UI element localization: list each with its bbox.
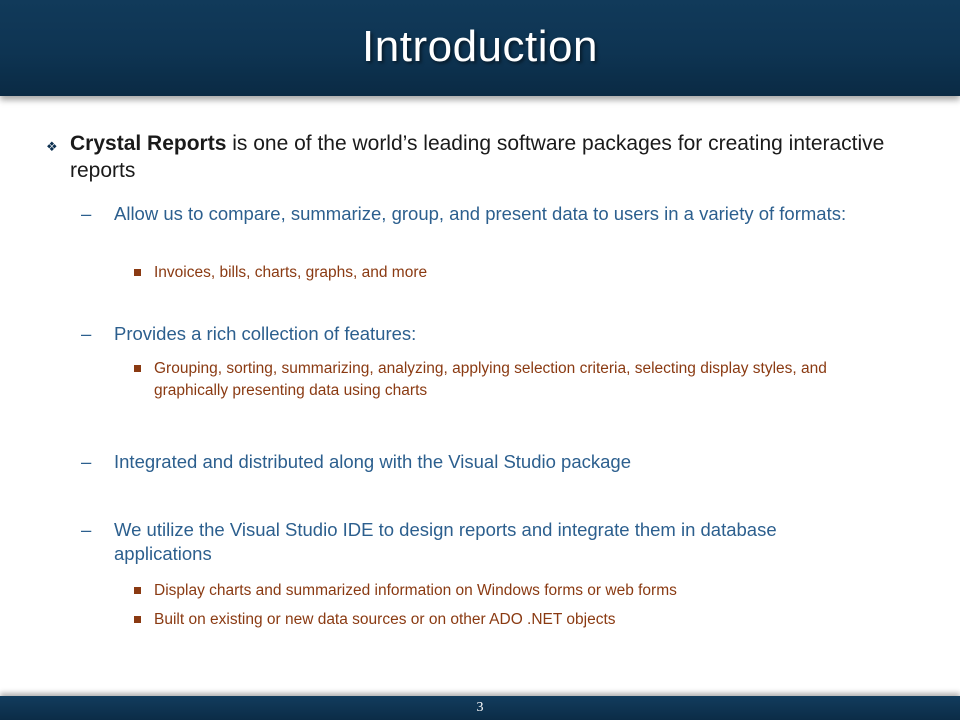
dash-icon: – bbox=[81, 451, 92, 472]
footer-bar: 3 bbox=[0, 696, 960, 720]
dash-icon: – bbox=[81, 323, 92, 344]
main-bullet: ❖ Crystal Reports is one of the world’s … bbox=[46, 130, 890, 184]
sub-bullet-formats-text: Allow us to compare, summarize, group, a… bbox=[114, 203, 847, 224]
sub-sub-bullet-invoices: Invoices, bills, charts, graphs, and mor… bbox=[134, 262, 884, 284]
sub-sub-bullet-text: Display charts and summarized informatio… bbox=[154, 582, 677, 599]
dash-icon: – bbox=[81, 203, 92, 224]
product-name: Crystal Reports bbox=[70, 132, 227, 155]
sub-sub-bullet-display-charts: Display charts and summarized informatio… bbox=[134, 580, 884, 602]
dash-icon: – bbox=[81, 519, 92, 540]
sub-bullet-ide: – We utilize the Visual Studio IDE to de… bbox=[81, 518, 874, 566]
square-bullet-icon bbox=[134, 587, 141, 594]
sub-bullet-ide-text: We utilize the Visual Studio IDE to desi… bbox=[114, 519, 777, 564]
title-bar: Introduction bbox=[0, 0, 960, 96]
sub-bullet-features: – Provides a rich collection of features… bbox=[81, 322, 874, 346]
sub-bullet-integrated: – Integrated and distributed along with … bbox=[81, 450, 874, 474]
sub-bullet-formats: – Allow us to compare, summarize, group,… bbox=[81, 202, 874, 226]
sub-sub-bullet-grouping: Grouping, sorting, summarizing, analyzin… bbox=[134, 358, 884, 402]
sub-sub-bullet-text: Grouping, sorting, summarizing, analyzin… bbox=[154, 360, 827, 399]
square-bullet-icon bbox=[134, 269, 141, 276]
diamond-bullet-icon: ❖ bbox=[46, 139, 58, 154]
page-number: 3 bbox=[476, 700, 484, 715]
sub-sub-bullet-text: Invoices, bills, charts, graphs, and mor… bbox=[154, 264, 428, 281]
sub-sub-bullet-data-sources: Built on existing or new data sources or… bbox=[134, 609, 884, 631]
sub-sub-bullet-text: Built on existing or new data sources or… bbox=[154, 611, 616, 628]
slide-title: Introduction bbox=[362, 22, 598, 71]
square-bullet-icon bbox=[134, 365, 141, 372]
sub-bullet-features-text: Provides a rich collection of features: bbox=[114, 323, 417, 344]
sub-bullet-integrated-text: Integrated and distributed along with th… bbox=[114, 451, 631, 472]
square-bullet-icon bbox=[134, 616, 141, 623]
